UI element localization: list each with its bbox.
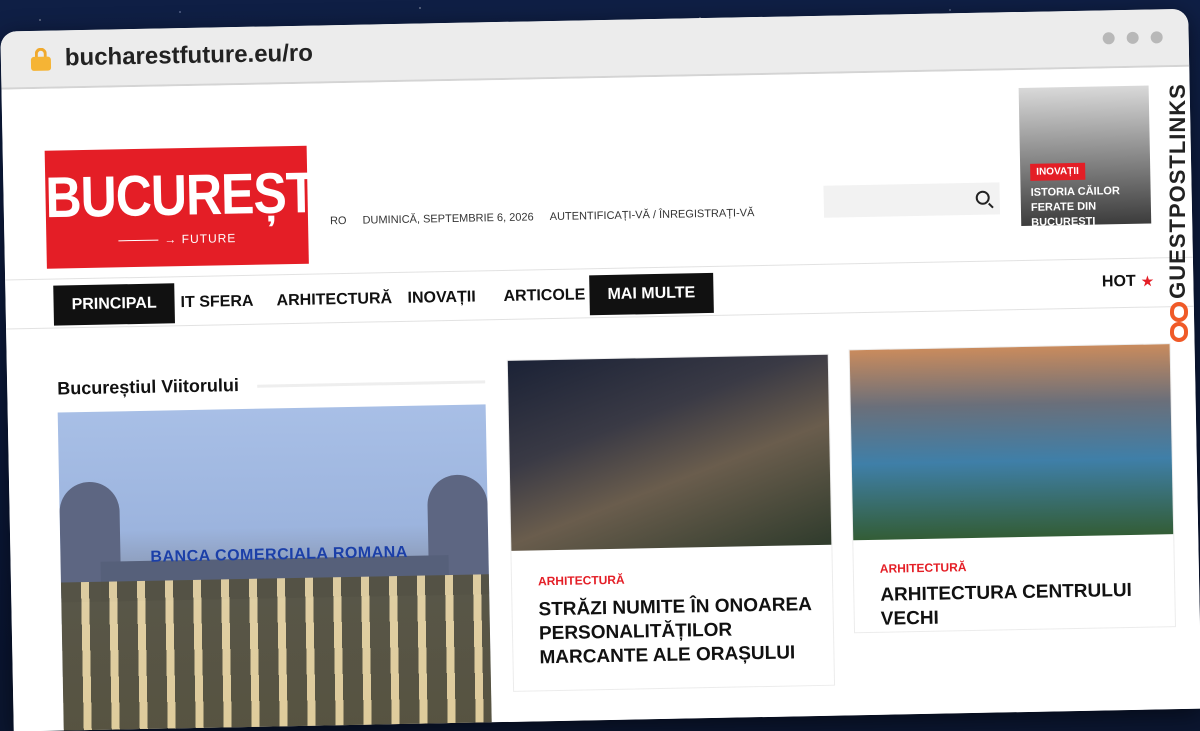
article-image[interactable]: [849, 344, 1174, 541]
logo-subtitle: → FUTURE: [46, 230, 308, 249]
article-title[interactable]: STRĂZI NUMITE ÎN ONOAREA PERSONALITĂȚILO…: [538, 593, 813, 670]
window-dot-icon[interactable]: [1102, 32, 1115, 45]
main-nav: PRINCIPAL IT SFERA ARHITECTURĂ INOVAȚII …: [5, 256, 1194, 330]
current-date: DUMINICĂ, SEPTEMBRIE 6, 2026: [362, 211, 534, 227]
promo-category-badge[interactable]: INOVAȚII: [1030, 162, 1085, 181]
nav-item-principal[interactable]: PRINCIPAL: [53, 283, 176, 326]
article-category[interactable]: ARHITECTURĂ: [880, 560, 967, 576]
watermark-text: GUESTPOSTLINKS: [1165, 83, 1190, 299]
nav-item-inovatii[interactable]: INOVAȚII: [389, 277, 494, 319]
window-controls: [1102, 31, 1163, 45]
nav-item-articole[interactable]: ARTICOLE: [485, 275, 604, 317]
hero-image[interactable]: BANCA COMERCIALA ROMANA: [57, 404, 493, 731]
article-card[interactable]: ARHITECTURĂ ARHITECTURA CENTRULUI VECHI: [848, 343, 1177, 634]
promo-card[interactable]: INOVAȚII ISTORIA CĂILOR FERATE DIN BUCUR…: [1018, 85, 1152, 229]
hot-label: HOT: [1101, 272, 1136, 291]
watermark: GUESTPOSTLINKS: [1165, 58, 1194, 354]
window-dot-icon[interactable]: [1150, 31, 1163, 44]
browser-window: bucharestfuture.eu/ro BUCUREȘTI → FUTURE…: [0, 8, 1200, 731]
search-input[interactable]: [823, 182, 1001, 218]
language-switch[interactable]: RO: [330, 215, 347, 227]
lock-icon: [30, 47, 52, 71]
promo-title[interactable]: ISTORIA CĂILOR FERATE DIN BUCUREȘTI: [1031, 184, 1144, 231]
site-logo[interactable]: BUCUREȘTI → FUTURE: [44, 145, 329, 269]
web-page: BUCUREȘTI → FUTURE RO DUMINICĂ, SEPTEMBR…: [1, 66, 1200, 731]
logo-subtitle-text: FUTURE: [181, 231, 237, 247]
article-card[interactable]: ARHITECTURĂ STRĂZI NUMITE ÎN ONOAREA PER…: [506, 353, 836, 692]
top-bar: RO DUMINICĂ, SEPTEMBRIE 6, 2026 AUTENTIF…: [330, 207, 755, 227]
building-facade: [60, 574, 493, 731]
nav-item-arhitectura[interactable]: ARHITECTURĂ: [258, 279, 410, 322]
link-icon: [1168, 302, 1190, 346]
logo-title: BUCUREȘTI: [44, 160, 329, 230]
star-icon: ★: [1141, 273, 1154, 289]
section-divider: [257, 380, 486, 388]
article-image[interactable]: [507, 354, 832, 551]
article-category[interactable]: ARHITECTURĂ: [538, 573, 625, 589]
section-title: Bucureștiul Viitorului: [57, 375, 240, 399]
url-text[interactable]: bucharestfuture.eu/ro: [65, 40, 314, 73]
window-dot-icon[interactable]: [1126, 31, 1139, 44]
auth-link[interactable]: AUTENTIFICAȚI-VĂ / ÎNREGISTRAȚI-VĂ: [550, 207, 755, 223]
hot-link[interactable]: HOT ★: [1102, 272, 1154, 291]
nav-item-mai-multe[interactable]: MAI MULTE: [589, 272, 714, 316]
article-title[interactable]: ARHITECTURA CENTRULUI VECHI: [880, 579, 1155, 632]
nav-item-it-sfera[interactable]: IT SFERA: [162, 281, 272, 323]
search-icon[interactable]: [975, 190, 990, 205]
